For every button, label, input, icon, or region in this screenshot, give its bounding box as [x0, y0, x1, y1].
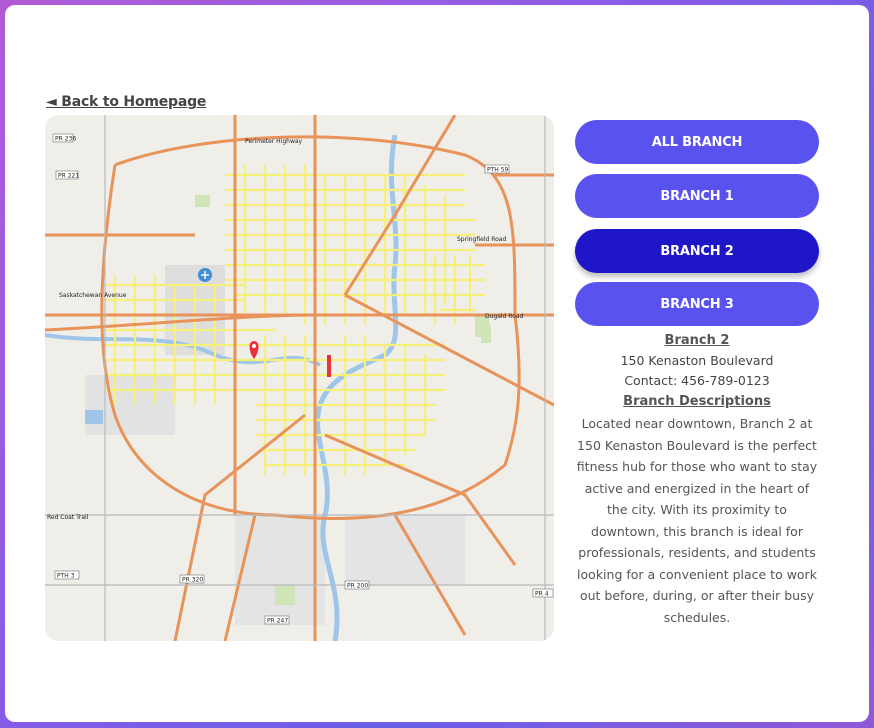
branch-1-button[interactable]: BRANCH 1	[575, 174, 819, 218]
svg-text:Dugald Road: Dugald Road	[485, 313, 524, 320]
map-area	[345, 515, 465, 585]
all-branch-button[interactable]: ALL BRANCH	[575, 120, 819, 164]
svg-text:PR 247: PR 247	[267, 618, 288, 625]
svg-text:PR 236: PR 236	[55, 136, 76, 143]
svg-text:PR 320: PR 320	[182, 577, 203, 584]
svg-text:PTH 3: PTH 3	[57, 573, 75, 580]
svg-text:Red Coat Trail: Red Coat Trail	[47, 514, 89, 521]
svg-text:PR 4: PR 4	[535, 591, 549, 598]
svg-text:PR 200: PR 200	[347, 583, 368, 590]
map-pond	[85, 410, 103, 424]
map-graphic: PR 236 PR 221 PTH 59 PR 320 PR 200 PR 24…	[45, 115, 554, 641]
map-park	[275, 585, 295, 605]
svg-text:Saskatchewan Avenue: Saskatchewan Avenue	[59, 292, 127, 299]
back-to-homepage-link[interactable]: ◄ Back to Homepage	[46, 94, 206, 110]
svg-text:Perimeter Highway: Perimeter Highway	[245, 138, 303, 145]
branch-map[interactable]: PR 236 PR 221 PTH 59 PR 320 PR 200 PR 24…	[45, 115, 554, 641]
svg-text:PR 221: PR 221	[58, 173, 79, 180]
svg-text:PTH 59: PTH 59	[487, 167, 509, 174]
map-park	[481, 325, 491, 343]
branch-contact: Contact: 456-789-0123	[624, 373, 770, 388]
svg-text:Springfield Road: Springfield Road	[457, 236, 506, 243]
map-park	[195, 195, 210, 207]
branch-name: Branch 2	[664, 333, 730, 348]
branch-marker-icon	[327, 355, 331, 377]
branch-details: Branch 2 150 Kenaston Boulevard Contact:…	[574, 333, 820, 628]
branch-3-button[interactable]: BRANCH 3	[575, 282, 819, 326]
branch-address: 150 Kenaston Boulevard	[620, 353, 774, 368]
map-area	[235, 515, 325, 625]
branch-description: Located near downtown, Branch 2 at 150 K…	[576, 416, 818, 625]
map-area	[85, 375, 175, 435]
branch-description-heading: Branch Descriptions	[623, 394, 771, 409]
branch-2-button[interactable]: BRANCH 2	[575, 229, 819, 273]
